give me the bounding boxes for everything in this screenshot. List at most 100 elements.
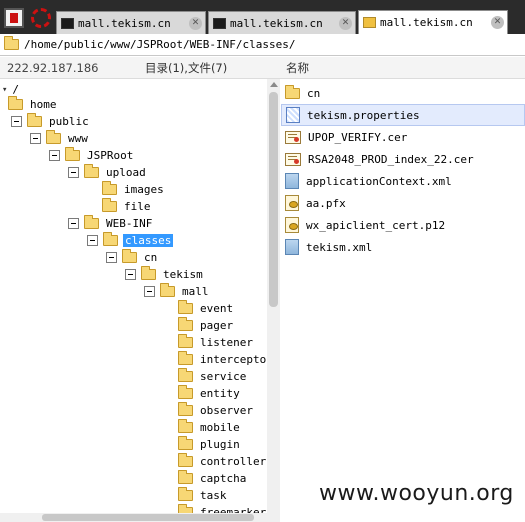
collapse-toggle-icon[interactable] xyxy=(68,218,79,229)
scrollbar-thumb[interactable] xyxy=(269,92,278,307)
tree-item-label: pager xyxy=(200,319,234,332)
collapse-toggle-icon[interactable] xyxy=(125,269,136,280)
info-row: 222.92.187.186 目录(1),文件(7) 名称 xyxy=(0,57,525,79)
tree-vertical-scrollbar[interactable] xyxy=(267,79,280,522)
current-path[interactable]: /home/public/www/JSPRoot/WEB-INF/classes… xyxy=(24,38,296,51)
tree-item-label: captcha xyxy=(200,472,247,485)
collapse-toggle-icon[interactable] xyxy=(11,116,22,127)
tree-item-label: entity xyxy=(200,387,240,400)
list-item[interactable]: UPOP_VERIFY.cer xyxy=(281,126,525,148)
folder-icon xyxy=(178,419,193,433)
folder-icon xyxy=(160,283,175,297)
collapse-toggle-icon[interactable] xyxy=(106,252,117,263)
tree-item-label: cn xyxy=(144,251,158,264)
record-icon[interactable] xyxy=(31,8,51,28)
tree-item[interactable]: controller xyxy=(178,453,268,470)
tree-item-label: upload xyxy=(106,166,146,179)
tree-item[interactable]: pager xyxy=(178,317,235,334)
tree-item-label: home xyxy=(30,98,57,111)
tree-item[interactable]: home xyxy=(8,96,59,113)
tree-item-label: mall xyxy=(182,285,209,298)
pfx-file-icon xyxy=(285,195,299,211)
certificate-icon xyxy=(285,152,301,166)
list-item[interactable]: wx_apiclient_cert.p12 xyxy=(281,214,525,236)
collapse-toggle-icon[interactable] xyxy=(49,150,60,161)
folder-icon xyxy=(46,130,61,144)
tree-item[interactable]: task xyxy=(178,487,229,504)
chevron-down-icon[interactable]: ▾ xyxy=(2,85,7,95)
tree-item-label: controller xyxy=(200,455,267,468)
name-column-header[interactable]: 名称 xyxy=(286,60,309,76)
terminal-icon xyxy=(61,17,74,29)
close-icon[interactable]: ✕ xyxy=(491,16,504,29)
folder-icon xyxy=(84,215,99,229)
scroll-up-icon[interactable] xyxy=(270,82,278,87)
file-name: RSA2048_PROD_index_22.cer xyxy=(308,152,474,166)
tree-item[interactable]: public xyxy=(11,113,91,130)
tree-item-label: www xyxy=(68,132,88,145)
tree-item-label: JSPRoot xyxy=(87,149,134,162)
folder-icon xyxy=(122,249,137,263)
tree-item[interactable]: www xyxy=(30,130,90,147)
tree-item[interactable]: cn xyxy=(106,249,159,266)
tree-item[interactable]: images xyxy=(102,181,166,198)
tree-item[interactable]: event xyxy=(178,300,235,317)
tree-item-label: event xyxy=(200,302,234,315)
tree-item[interactable]: plugin xyxy=(178,436,242,453)
tree-item[interactable]: file xyxy=(102,198,153,215)
pfx-file-icon xyxy=(285,217,299,233)
tree-item[interactable]: tekism xyxy=(125,266,205,283)
tab-session-1[interactable]: mall.tekism.cn ✕ xyxy=(56,11,206,34)
folder-icon xyxy=(178,436,193,450)
tree-item[interactable]: service xyxy=(178,368,248,385)
folder-icon xyxy=(178,300,193,314)
certificate-icon xyxy=(285,130,301,144)
tree-item[interactable]: observer xyxy=(178,402,255,419)
folder-icon xyxy=(178,317,193,331)
folder-icon xyxy=(363,17,376,28)
list-item[interactable]: aa.pfx xyxy=(281,192,525,214)
list-item[interactable]: cn xyxy=(281,82,525,104)
list-item[interactable]: applicationContext.xml xyxy=(281,170,525,192)
tree-item[interactable]: interceptor xyxy=(178,351,275,368)
collapse-toggle-icon[interactable] xyxy=(87,235,98,246)
collapse-toggle-icon[interactable] xyxy=(30,133,41,144)
list-item[interactable]: tekism.properties xyxy=(281,104,525,126)
tree-item[interactable]: mall xyxy=(144,283,211,300)
tree-item[interactable]: WEB-INF xyxy=(68,215,154,232)
collapse-toggle-icon[interactable] xyxy=(68,167,79,178)
file-name: tekism.properties xyxy=(307,108,420,122)
tab-session-3[interactable]: mall.tekism.cn ✕ xyxy=(358,10,508,34)
folder-icon xyxy=(178,453,193,467)
scrollbar-thumb[interactable] xyxy=(42,514,254,521)
tree-item[interactable]: mobile xyxy=(178,419,242,436)
tree-item-label: listener xyxy=(200,336,253,349)
tree-item-label: file xyxy=(124,200,151,213)
close-icon[interactable]: ✕ xyxy=(189,17,202,30)
folder-icon xyxy=(84,164,99,178)
folder-icon xyxy=(178,351,193,365)
file-name: aa.pfx xyxy=(306,196,346,210)
tree-item-label: mobile xyxy=(200,421,240,434)
tree-item[interactable]: captcha xyxy=(178,470,248,487)
tree-item[interactable]: entity xyxy=(178,385,242,402)
file-name: applicationContext.xml xyxy=(306,174,452,188)
tree-item[interactable]: listener xyxy=(178,334,255,351)
tree-item[interactable]: upload xyxy=(68,164,148,181)
collapse-toggle-icon[interactable] xyxy=(144,286,155,297)
folder-icon xyxy=(8,96,23,110)
tree-horizontal-scrollbar[interactable] xyxy=(0,513,267,522)
tree-item[interactable]: JSPRoot xyxy=(49,147,135,164)
file-name: tekism.xml xyxy=(306,240,373,254)
path-bar[interactable]: /home/public/www/JSPRoot/WEB-INF/classes… xyxy=(0,34,525,56)
folder-icon xyxy=(103,232,118,246)
file-name: UPOP_VERIFY.cer xyxy=(308,130,408,144)
tree-item-label: interceptor xyxy=(200,353,273,366)
list-item[interactable]: tekism.xml xyxy=(281,236,525,258)
tree-item[interactable]: classes xyxy=(87,232,174,249)
close-icon[interactable]: ✕ xyxy=(339,17,352,30)
tab-session-2[interactable]: mall.tekism.cn ✕ xyxy=(208,11,356,34)
list-item[interactable]: RSA2048_PROD_index_22.cer xyxy=(281,148,525,170)
app-menu-icon[interactable] xyxy=(4,8,24,28)
tree-item-label: / xyxy=(12,83,20,96)
